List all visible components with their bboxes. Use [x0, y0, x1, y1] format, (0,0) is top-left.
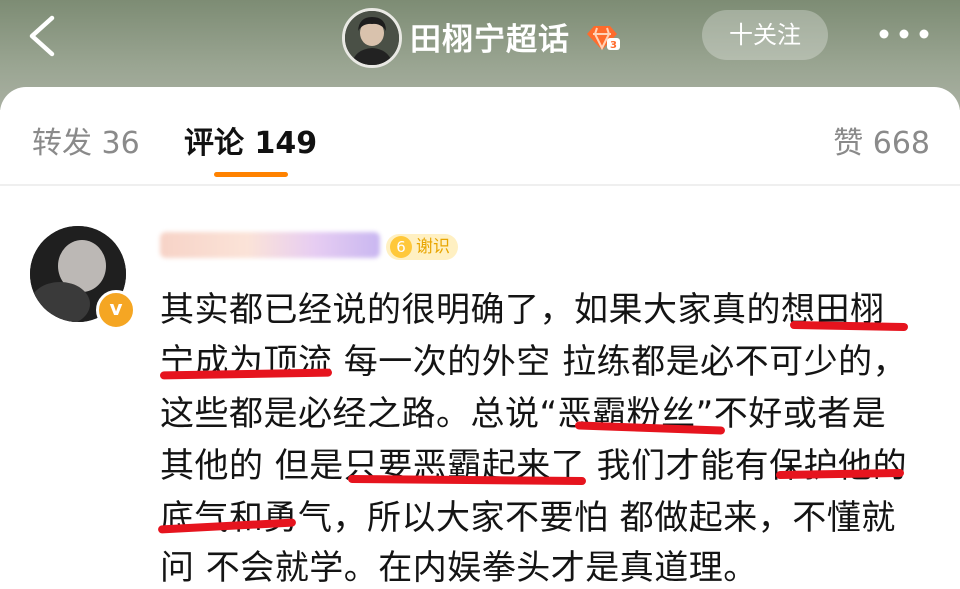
back-arrow-icon[interactable]: [22, 14, 66, 58]
tab-divider: [0, 184, 960, 186]
comment-line: 问 不会就学。在内娱拳头才是真道理。: [160, 548, 758, 588]
active-tab-indicator: [214, 172, 288, 177]
comment-line: 这些都是必经之路。总说“恶霸粉丝”不好或者是: [160, 394, 887, 434]
comment-line: 其实都已经说的很明确了，如果大家真的想田栩: [160, 290, 885, 330]
tab-repost[interactable]: 转发 36: [32, 118, 140, 162]
level-number: 6: [390, 236, 412, 258]
topic-badge-icon: 3: [587, 26, 620, 51]
verified-badge-icon: v: [96, 290, 136, 330]
level-label: 谢识: [416, 237, 450, 257]
comment-line: 底气和勇气，所以大家不要怕 都做起来，不懂就: [160, 498, 896, 538]
topic-avatar[interactable]: [342, 8, 402, 68]
fan-level-badge: 6 谢识: [386, 234, 458, 260]
commenter-name-blurred[interactable]: [160, 232, 380, 258]
topic-title: 田栩宁超话: [410, 22, 570, 58]
svg-text:3: 3: [610, 40, 617, 51]
follow-button[interactable]: 十关注: [702, 10, 828, 60]
tab-like[interactable]: 赞 668: [833, 118, 930, 162]
tab-comment[interactable]: 评论 149: [184, 118, 317, 162]
more-icon[interactable]: [874, 24, 934, 44]
